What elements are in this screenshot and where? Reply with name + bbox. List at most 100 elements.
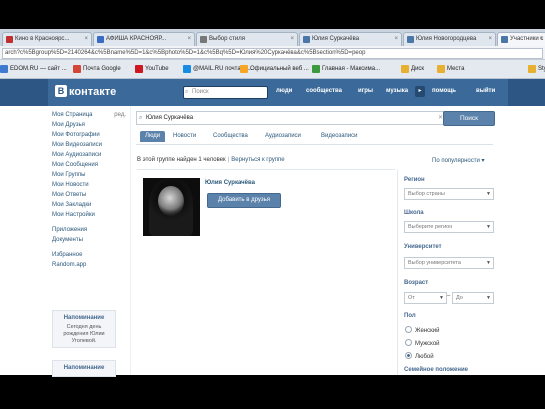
sidebar-item-label: Моя Страница bbox=[52, 112, 93, 118]
add-friend-button[interactable]: Добавить в друзья bbox=[207, 193, 281, 208]
result-name-link[interactable]: Юлия Суркачёва bbox=[205, 180, 255, 186]
browser-tab[interactable]: Юлия Новогородцева × bbox=[403, 32, 496, 46]
bookmark-icon bbox=[73, 65, 81, 73]
bookmark-item[interactable]: YouTube bbox=[135, 64, 169, 74]
filter-marital-label: Семейное положение bbox=[404, 367, 468, 373]
vk-logo[interactable]: Вконтакте bbox=[55, 84, 116, 100]
nav-communities[interactable]: сообщества bbox=[306, 88, 342, 94]
nav-help[interactable]: помощь bbox=[432, 88, 456, 94]
bookmark-icon bbox=[135, 65, 143, 73]
sidebar-item[interactable]: Избранное bbox=[52, 250, 130, 260]
tab-favicon-icon bbox=[501, 36, 508, 43]
radio-circle bbox=[405, 339, 412, 346]
sidebar-item[interactable]: Мои Новости bbox=[52, 180, 130, 190]
tab-label: Юлия Новогородцева bbox=[416, 36, 477, 42]
nav-arrow-icon[interactable]: ▸ bbox=[415, 86, 425, 97]
bookmark-item[interactable]: Styl bbox=[528, 64, 545, 74]
bookmark-item[interactable]: Главная - Максима... bbox=[312, 64, 380, 74]
tab-favicon-icon bbox=[303, 36, 310, 43]
close-tab-icon[interactable]: × bbox=[488, 33, 492, 46]
reminder-box-2: Напоминание bbox=[52, 360, 116, 377]
bookmark-item[interactable]: Официальный веб ... bbox=[240, 64, 309, 74]
sidebar-item-label: Мои Новости bbox=[52, 182, 89, 188]
sidebar-item[interactable]: Приложения bbox=[52, 225, 130, 235]
close-tab-icon[interactable]: × bbox=[187, 33, 191, 46]
bookmark-icon bbox=[312, 65, 320, 73]
gender-female-radio[interactable]: Женский bbox=[405, 326, 439, 334]
tab-label: АФИША КРАСНОЯР... bbox=[106, 36, 167, 42]
tab-label: Выбор стиля bbox=[209, 36, 245, 42]
address-bar: arch?c%5Bgroup%5D=2140264&c%5Bname%5D=1&… bbox=[0, 46, 545, 60]
sidebar-item[interactable]: Мои Друзья bbox=[52, 120, 130, 130]
age-from-select[interactable]: От ▼ bbox=[404, 292, 447, 304]
result-avatar[interactable] bbox=[143, 178, 200, 236]
left-sidebar: Моя Страница ред. Мои Друзья Мои Фотографии… bbox=[52, 110, 130, 270]
url-field[interactable]: arch?c%5Bgroup%5D=2140264&c%5Bname%5D=1&… bbox=[2, 48, 543, 59]
sidebar-item[interactable]: Random.app bbox=[52, 260, 130, 270]
region-value: Выбор страны bbox=[408, 191, 445, 197]
tab-audio[interactable]: Аудиозаписи bbox=[260, 131, 306, 142]
search-button[interactable]: Поиск bbox=[443, 111, 495, 126]
radio-circle-selected bbox=[405, 352, 412, 359]
people-search-input[interactable]: ⌕ Юлия Суркачёва ✕ bbox=[136, 111, 447, 125]
tab-news[interactable]: Новости bbox=[168, 131, 201, 142]
bookmark-item[interactable]: Почта Google bbox=[73, 64, 121, 74]
school-value: Выберите регион bbox=[408, 224, 453, 230]
age-to-select[interactable]: До ▼ bbox=[452, 292, 494, 304]
sidebar-item[interactable]: Мои Сообщения bbox=[52, 160, 130, 170]
sidebar-item[interactable]: Мои Ответы bbox=[52, 190, 130, 200]
reminder-title: Напоминание bbox=[63, 315, 105, 321]
gender-any-radio[interactable]: Любой bbox=[405, 352, 434, 360]
sort-select[interactable]: По популярности ▾ bbox=[432, 157, 485, 164]
close-tab-icon[interactable]: × bbox=[539, 33, 543, 46]
sidebar-item-label: Мои Фотографии bbox=[52, 132, 100, 138]
sidebar-item[interactable]: Мои Закладки bbox=[52, 200, 130, 210]
browser-tab[interactable]: Участники с × bbox=[497, 32, 545, 46]
result-count: В этой группе найден 1 человек bbox=[137, 157, 226, 163]
region-select[interactable]: Выбор страны ▼ bbox=[404, 188, 494, 200]
bookmark-item[interactable]: Диск bbox=[401, 64, 424, 74]
bookmark-label: Официальный веб ... bbox=[250, 66, 309, 72]
sidebar-item-label: Мои Сообщения bbox=[52, 162, 98, 168]
bookmark-icon bbox=[0, 65, 8, 73]
browser-tab[interactable]: Кино в Красноярс... × bbox=[2, 32, 92, 46]
bookmark-item[interactable]: Места bbox=[437, 64, 464, 74]
sidebar-item[interactable]: Документы bbox=[52, 235, 130, 245]
sidebar-item-label: Мои Закладки bbox=[52, 202, 92, 208]
header-search-input[interactable]: ⌕ Поиск bbox=[183, 86, 268, 99]
tab-favicon-icon bbox=[6, 36, 13, 43]
bookmark-label: Почта Google bbox=[83, 66, 121, 72]
close-tab-icon[interactable]: × bbox=[394, 33, 398, 46]
bookmark-item[interactable]: EDOM.RU — сайт ... bbox=[0, 64, 67, 74]
sidebar-item[interactable]: Мои Настройки bbox=[52, 210, 130, 220]
browser-tab[interactable]: Выбор стиля × bbox=[196, 32, 298, 46]
gender-male-radio[interactable]: Мужской bbox=[405, 339, 440, 347]
tab-communities[interactable]: Сообщества bbox=[208, 131, 253, 142]
tab-video[interactable]: Видеозаписи bbox=[316, 131, 363, 142]
close-tab-icon[interactable]: × bbox=[84, 33, 88, 46]
sidebar-item[interactable]: Мои Аудиозаписи bbox=[52, 150, 130, 160]
browser-tab[interactable]: Юлия Суркачёва × bbox=[299, 32, 402, 46]
sidebar-item-edit[interactable]: ред. bbox=[114, 110, 126, 120]
back-to-group-link[interactable]: Вернуться к группе bbox=[231, 157, 284, 163]
nav-music[interactable]: музыка bbox=[386, 88, 408, 94]
sidebar-item-label: Мои Ответы bbox=[52, 192, 87, 198]
chevron-down-icon: ▼ bbox=[486, 260, 491, 266]
browser-tab[interactable]: АФИША КРАСНОЯР... × bbox=[93, 32, 195, 46]
reminder-text[interactable]: Сегодня день рождения Юлии Уголевой. bbox=[53, 324, 115, 345]
sidebar-item[interactable]: Моя Страница ред. bbox=[52, 110, 130, 120]
search-tabs: Люди Новости Сообщества Аудиозаписи Виде… bbox=[136, 128, 493, 145]
nav-games[interactable]: игры bbox=[358, 88, 373, 94]
sidebar-item[interactable]: Мои Группы bbox=[52, 170, 130, 180]
university-select[interactable]: Выбор университета ▼ bbox=[404, 257, 494, 269]
sidebar-item-label: Мои Видеозаписи bbox=[52, 142, 102, 148]
nav-people[interactable]: люди bbox=[276, 88, 292, 94]
school-select[interactable]: Выберите регион ▼ bbox=[404, 221, 494, 233]
close-tab-icon[interactable]: × bbox=[290, 33, 294, 46]
sidebar-item[interactable]: Мои Видеозаписи bbox=[52, 140, 130, 150]
nav-logout[interactable]: выйти bbox=[476, 88, 495, 94]
tab-favicon-icon bbox=[200, 36, 207, 43]
bookmarks-bar: EDOM.RU — сайт ... Почта Google YouTube @MA… bbox=[0, 60, 545, 79]
sidebar-item[interactable]: Мои Фотографии bbox=[52, 130, 130, 140]
tab-people[interactable]: Люди bbox=[140, 131, 166, 142]
